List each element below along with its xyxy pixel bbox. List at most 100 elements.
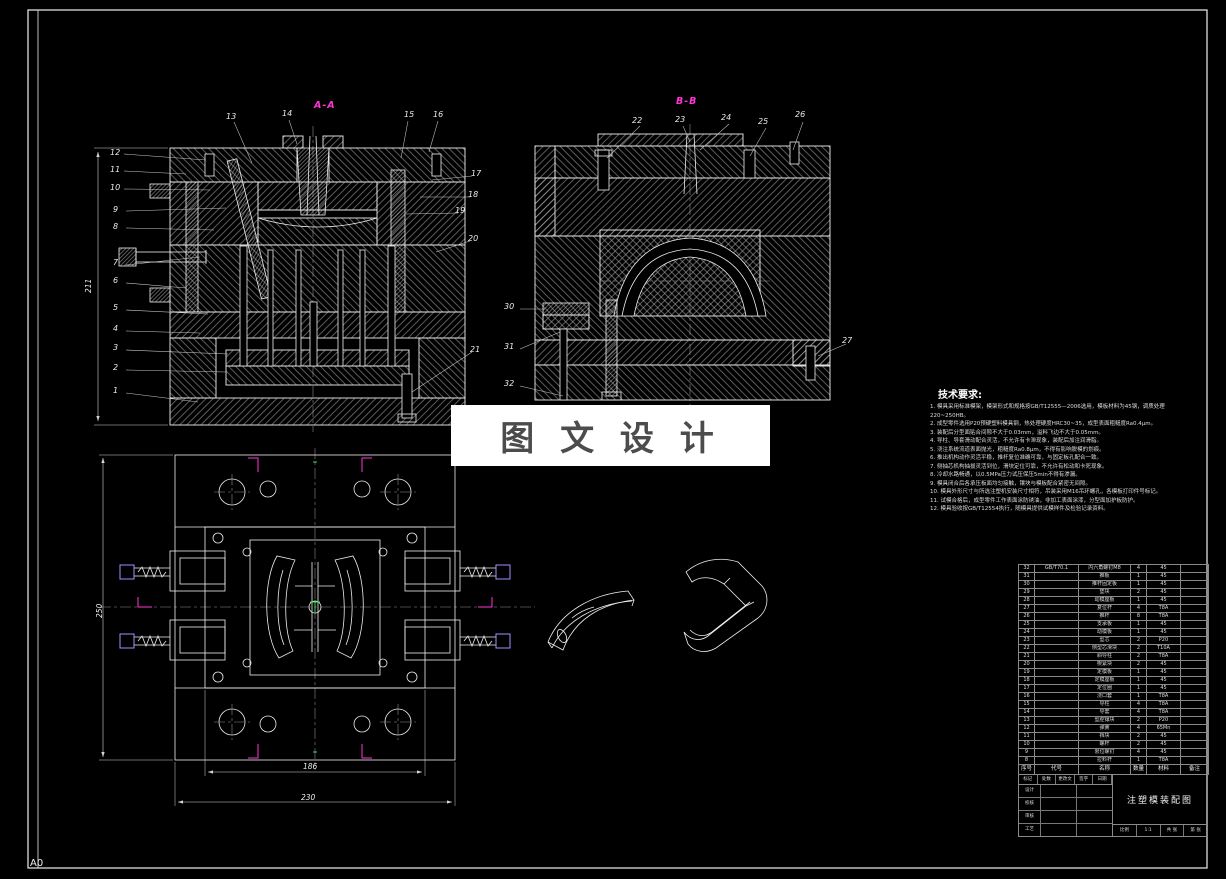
bom-no: 11	[1018, 732, 1035, 741]
callout-3: 3	[113, 343, 119, 352]
bom-name: 浇口套	[1078, 692, 1131, 701]
bom-note	[1180, 716, 1209, 725]
bom-material: T8A	[1146, 756, 1181, 765]
bom-qty: 4	[1130, 564, 1147, 573]
bom-row: 10 螺杆 2 45	[1018, 740, 1209, 749]
product-isometric-views	[547, 558, 768, 652]
callout-7: 7	[113, 258, 119, 267]
callout-19: 19	[455, 206, 466, 215]
bom-note	[1180, 748, 1209, 757]
callout-16: 16	[433, 110, 444, 119]
watermark-text: 图 文 设 计	[500, 419, 721, 459]
callout-8: 8	[113, 222, 119, 231]
bom-name: 定模座板	[1078, 676, 1131, 685]
bom-name: 支承板	[1078, 620, 1131, 629]
callout-30: 30	[504, 302, 515, 311]
bom-name: 垫块	[1078, 588, 1131, 597]
bom-name: 型腔镶块	[1078, 716, 1131, 725]
technical-requirement-item: 2. 成型零件选用P20预硬塑料模具钢，热处理硬度HRC30~35，成型表面粗糙…	[930, 421, 1157, 428]
bom-code	[1034, 700, 1079, 709]
title-block-mark-label: 处数	[1038, 775, 1057, 784]
bom-code	[1034, 716, 1079, 725]
bom-code	[1034, 580, 1079, 589]
title-block-mark-label: 日期	[1093, 775, 1112, 784]
bom-name: 内六角螺钉M8	[1078, 564, 1131, 573]
bom-code	[1034, 668, 1079, 677]
bom-qty: 2	[1130, 660, 1147, 669]
bom-note	[1180, 724, 1209, 733]
bom-note	[1180, 564, 1209, 573]
bom-note	[1180, 732, 1209, 741]
bom-code	[1034, 612, 1079, 621]
drawing-title: 注塑模装配图	[1126, 796, 1193, 806]
bom-row: 30 推杆固定板 1 45	[1018, 580, 1209, 589]
view-section-a	[94, 119, 473, 432]
section-b-label: B-B	[676, 96, 698, 107]
bom-name: 楔紧块	[1078, 660, 1131, 669]
bom-code	[1034, 596, 1079, 605]
bom-code	[1034, 740, 1079, 749]
callout-4: 4	[113, 324, 119, 333]
bom-note	[1180, 668, 1209, 677]
bom-name: 拉料杆	[1078, 756, 1131, 765]
technical-requirements: 技术要求: 1. 模具采用标准模架，模架形式和规格按GB/T12555—2006…	[930, 386, 1198, 514]
bom-no: 13	[1018, 716, 1035, 725]
bom-row: 19 定模板 1 45	[1018, 668, 1209, 677]
callout-13: 13	[226, 112, 237, 121]
bom-material: P20	[1146, 716, 1181, 725]
technical-requirement-item: 5. 浇注系统流道表面抛光，粗糙度Ra0.8μm，不得有影响脱模的划痕。	[930, 446, 1105, 453]
bom-material: T8A	[1146, 604, 1181, 613]
callout-12: 12	[110, 148, 121, 157]
bom-name: 推杆固定板	[1078, 580, 1131, 589]
bom-name: 导套	[1078, 708, 1131, 717]
bom-code	[1034, 708, 1079, 717]
bom-code	[1034, 660, 1079, 669]
bom-note	[1180, 660, 1209, 669]
bom-code	[1034, 572, 1079, 581]
bom-row: 24 动模板 1 45	[1018, 628, 1209, 637]
callout-9: 9	[113, 205, 119, 214]
callout-17: 17	[471, 169, 482, 178]
bom-material: T8A	[1146, 700, 1181, 709]
bom-no: 27	[1018, 604, 1035, 613]
bom-no: 21	[1018, 652, 1035, 661]
bom-row: 31 推板 1 45	[1018, 572, 1209, 581]
bom-note	[1180, 620, 1209, 629]
bom-qty: 4	[1130, 604, 1147, 613]
title-block-mark-label: 签字	[1075, 775, 1094, 784]
bom-note	[1180, 740, 1209, 749]
bom-row: 20 楔紧块 2 45	[1018, 660, 1209, 669]
bom-row: 17 定位圈 1 45	[1018, 684, 1209, 693]
sheet-page: 第 张	[1190, 828, 1201, 833]
bom-no: 9	[1018, 748, 1035, 757]
bom-qty: 1	[1130, 572, 1147, 581]
bom-qty: 1	[1130, 620, 1147, 629]
bom-code	[1034, 748, 1079, 757]
bom-code	[1034, 692, 1079, 701]
callout-2: 2	[113, 363, 119, 372]
bom-qty: 2	[1130, 644, 1147, 653]
bom-note	[1180, 596, 1209, 605]
bom-no: 23	[1018, 636, 1035, 645]
bom-row: 14 导套 4 T8A	[1018, 708, 1209, 717]
bom-qty: 1	[1130, 676, 1147, 685]
bom-code	[1034, 620, 1079, 629]
bom-name: 螺杆	[1078, 740, 1131, 749]
bom-row: 15 导柱 4 T8A	[1018, 700, 1209, 709]
bom-note	[1180, 612, 1209, 621]
bom-no: 26	[1018, 612, 1035, 621]
callout-22: 22	[632, 116, 643, 125]
scale-value: 1:1	[1137, 825, 1161, 836]
bom-material: 45	[1146, 684, 1181, 693]
bom-row: 26 推杆 8 T8A	[1018, 612, 1209, 621]
bom-qty: 2	[1130, 740, 1147, 749]
bom-code	[1034, 724, 1079, 733]
bom-name: 动模板	[1078, 628, 1131, 637]
bom-qty: 2	[1130, 652, 1147, 661]
bom-material: 45	[1146, 564, 1181, 573]
bom-no: 22	[1018, 644, 1035, 653]
bom-note	[1180, 700, 1209, 709]
bom-name: 型芯	[1078, 636, 1131, 645]
sheet-count: 共 张	[1161, 825, 1185, 836]
bom-material: 45	[1146, 668, 1181, 677]
